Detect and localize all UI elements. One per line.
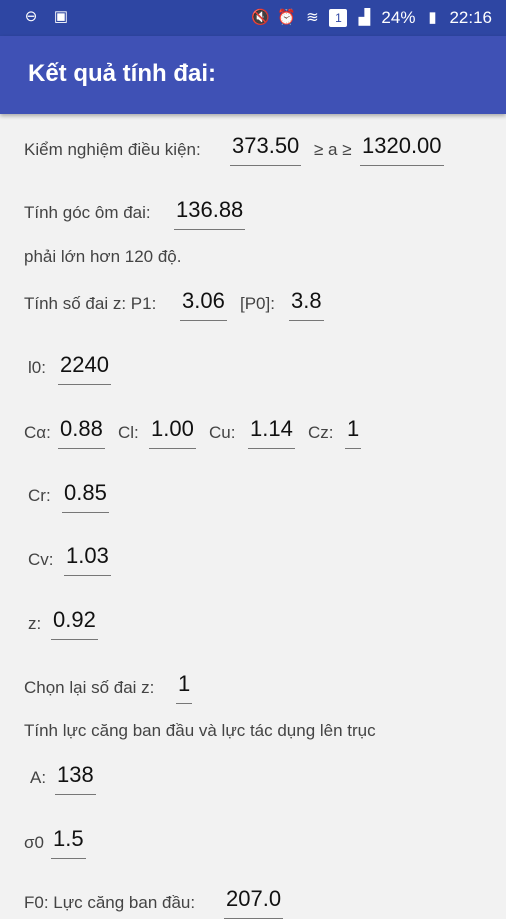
l0-field[interactable]: 2240: [58, 352, 111, 385]
so-dai-label: Tính số đai z: P1:: [24, 294, 157, 313]
c-alpha-field[interactable]: 0.88: [58, 416, 105, 449]
alarm-icon: ⏰: [277, 9, 297, 26]
goc-om-note: phải lớn hơn 120 độ.: [24, 247, 182, 266]
a-min-field[interactable]: 373.50: [230, 133, 302, 166]
cu-field[interactable]: 1.14: [248, 416, 295, 449]
page-title: Kết quả tính đai:: [28, 60, 216, 87]
c-alpha-label: Cα:: [24, 423, 51, 442]
goc-om-field[interactable]: 136.88: [174, 197, 246, 230]
sigma-field[interactable]: 1.5: [51, 826, 86, 859]
kiem-nghiem-label: Kiểm nghiệm điều kiện:: [24, 140, 201, 159]
p1-field[interactable]: 3.06: [180, 288, 227, 321]
cu-label: Cu:: [209, 423, 236, 442]
goc-om-label: Tính góc ôm đai:: [24, 203, 151, 222]
luc-cang-heading: Tính lực căng ban đầu và lực tác dụng lê…: [24, 721, 376, 740]
f0-field[interactable]: 207.0: [224, 886, 284, 919]
cv-field[interactable]: 1.03: [64, 543, 111, 576]
p0-field[interactable]: 3.8: [289, 288, 324, 321]
chon-lai-field[interactable]: 1: [176, 671, 193, 704]
cz-label: Cz:: [308, 423, 334, 442]
chon-lai-label: Chọn lại số đai z:: [24, 678, 155, 697]
image-icon: ▣: [53, 8, 69, 25]
cv-label: Cv:: [28, 550, 54, 569]
a-field[interactable]: 138: [55, 762, 96, 795]
p0-label: [P0]:: [240, 294, 275, 313]
cl-field[interactable]: 1.00: [149, 416, 196, 449]
l0-label: l0:: [28, 358, 46, 377]
f0-label: F0: Lực căng ban đầu:: [24, 893, 196, 912]
app-bar: Kết quả tính đai:: [0, 36, 506, 114]
cr-field[interactable]: 0.85: [62, 480, 109, 513]
mute-icon: 🔇: [251, 9, 271, 26]
inequality-label: ≥ a ≥: [314, 140, 352, 159]
signal-icon: ▟: [358, 9, 371, 26]
z-label: z:: [28, 614, 42, 633]
a-max-field[interactable]: 1320.00: [360, 133, 444, 166]
a-label: A:: [30, 768, 47, 787]
z-field[interactable]: 0.92: [51, 607, 98, 640]
sim-icon: 1: [329, 9, 348, 27]
wifi-icon: ≋: [306, 9, 319, 26]
battery-percent: 24%: [381, 8, 416, 27]
battery-icon: ▮: [428, 9, 437, 26]
sigma-label: σ0: [24, 833, 44, 852]
status-bar: ⊖ ▣ 🔇 ⏰ ≋ 1 ▟ 24% ▮ 22:16: [0, 0, 506, 36]
clock: 22:16: [449, 8, 492, 27]
cz-field[interactable]: 1: [345, 416, 362, 449]
cr-label: Cr:: [28, 486, 51, 505]
cl-label: Cl:: [118, 423, 139, 442]
minus-circle-icon: ⊖: [24, 8, 38, 25]
